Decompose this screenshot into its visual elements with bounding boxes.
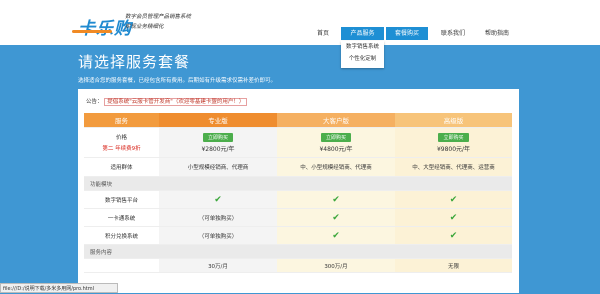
price-label-cell: 价格 第二 年续费9折 (84, 127, 159, 158)
feature-value: ✔ (395, 190, 512, 209)
slogan-line-2: 实现业务精细化 (125, 24, 164, 30)
table-row: 积分兑换系统 （可单独购买） ✔ ✔ (84, 226, 512, 245)
buy-button-pro[interactable]: 立即购买 (202, 132, 233, 142)
check-icon: ✔ (332, 212, 340, 223)
feature-value: ✔ (277, 190, 395, 209)
dropdown-item-customization[interactable]: 个性化定制 (341, 53, 384, 65)
pricing-panel: 公告： 提倡系统"云服卡管开发商"（欢迎零基建卡盟的用户！） 服务 专业版 大客… (78, 89, 519, 293)
feature-value: ✔ (395, 208, 512, 227)
buy-button-advanced[interactable]: 立即购买 (438, 132, 469, 142)
pricing-table: 服务 专业版 大客户版 高级版 价格 第二 年续费9折 立即购买 ¥2800元/… (84, 113, 512, 273)
nav-packages[interactable]: 套餐购买 (386, 27, 428, 40)
nav-contact[interactable]: 联系我们 (432, 27, 474, 40)
feature-name: 数字销售平台 (84, 190, 159, 209)
check-icon: ✔ (332, 194, 340, 205)
service-value-advanced: 无限 (395, 258, 512, 273)
browser-status-bar: file:///D:/说明下载/多米多用网/pro.html (0, 283, 118, 293)
feature-value: ✔ (277, 208, 395, 227)
table-row: 数字销售平台 ✔ ✔ ✔ (84, 190, 512, 209)
section-service: 服务内容 (84, 244, 512, 259)
price-label: 价格 (115, 135, 127, 141)
nav-help[interactable]: 帮助指南 (476, 27, 518, 40)
check-icon: ✔ (449, 212, 458, 223)
feature-value: （可单独购买） (159, 208, 277, 227)
section-features-row: 功能模块 (84, 176, 512, 191)
price-value-pro: ¥2800元/年 (201, 145, 235, 153)
products-dropdown: 数字销售系统 个性化定制 (341, 41, 384, 68)
dropdown-item-sales-system[interactable]: 数字销售系统 (341, 41, 384, 53)
feature-name: 积分兑换系统 (84, 226, 159, 245)
table-row: 一卡通系统 （可单独购买） ✔ ✔ (84, 208, 512, 227)
header-service: 服务 (84, 113, 159, 128)
nav-products[interactable]: 产品服务 (341, 27, 384, 40)
section-service-row: 服务内容 (84, 244, 512, 259)
page-subtitle: 选择适合您的服务套餐，已经包含所有费用。后期如有升级需求仅需补差价即可。 (78, 78, 277, 84)
audience-enterprise: 中、小型规模经销商、代理商 (277, 157, 395, 177)
audience-advanced: 中、大型经销商、代理商、运营商 (395, 157, 512, 177)
price-row: 价格 第二 年续费9折 立即购买 ¥2800元/年 立即购买 ¥4800元/年 … (84, 127, 512, 158)
feature-value: ✔ (159, 190, 277, 209)
site-header: 卡乐购 数字会员管理产品销售系统 实现业务精细化 首页 产品服务 套餐购买 联系… (0, 0, 600, 45)
notice-label: 公告： (86, 99, 103, 105)
header-pro: 专业版 (159, 113, 277, 128)
feature-value: ✔ (395, 226, 512, 245)
header-advanced: 高级版 (395, 113, 512, 128)
check-icon: ✔ (214, 194, 222, 205)
notice: 公告： 提倡系统"云服卡管开发商"（欢迎零基建卡盟的用户！） (86, 97, 248, 106)
service-value-pro: 30万/月 (159, 258, 277, 273)
audience-pro: 小型规模经销商、代理商 (159, 157, 277, 177)
nav-home[interactable]: 首页 (307, 27, 339, 40)
service-value-enterprise: 300万/月 (277, 258, 395, 273)
price-value-enterprise: ¥4800元/年 (319, 145, 353, 153)
notice-text[interactable]: 提倡系统"云服卡管开发商"（欢迎零基建卡盟的用户！） (104, 98, 248, 106)
buy-button-enterprise[interactable]: 立即购买 (320, 132, 351, 142)
price-enterprise: 立即购买 ¥4800元/年 (277, 127, 395, 158)
logo[interactable]: 卡乐购 (78, 14, 132, 39)
check-icon: ✔ (449, 194, 458, 205)
price-advanced: 立即购买 ¥9800元/年 (395, 127, 512, 158)
logo-swoosh (72, 30, 112, 33)
page-title: 请选择服务套餐 (78, 53, 191, 71)
audience-label: 适用群体 (84, 157, 159, 177)
audience-row: 适用群体 小型规模经销商、代理商 中、小型规模经销商、代理商 中、大型经销商、代… (84, 157, 512, 177)
feature-name: 一卡通系统 (84, 208, 159, 227)
header-enterprise: 大客户版 (277, 113, 395, 128)
slogan-line-1: 数字会员管理产品销售系统 (125, 14, 192, 20)
table-header-row: 服务 专业版 大客户版 高级版 (84, 113, 512, 128)
price-value-advanced: ¥9800元/年 (436, 145, 471, 153)
check-icon: ✔ (332, 230, 340, 241)
table-row: 30万/月 300万/月 无限 (84, 258, 512, 273)
feature-value: ✔ (277, 226, 395, 245)
check-icon: ✔ (449, 230, 458, 241)
slogan: 数字会员管理产品销售系统 实现业务精细化 (125, 12, 191, 32)
price-note: 第二 年续费9折 (102, 146, 141, 152)
price-pro: 立即购买 ¥2800元/年 (159, 127, 277, 158)
feature-value: （可单独购买） (159, 226, 277, 245)
service-name (84, 258, 159, 273)
section-features: 功能模块 (84, 176, 512, 191)
